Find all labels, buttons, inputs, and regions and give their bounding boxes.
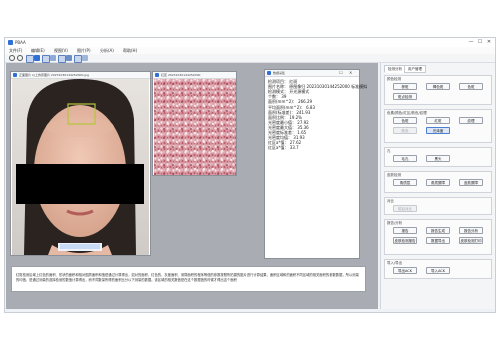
texture-image xyxy=(154,79,236,175)
tool-button[interactable]: 斑点检测 xyxy=(393,93,417,100)
section-label: 皮肤检测 xyxy=(387,173,401,177)
toolbar xyxy=(5,54,495,63)
section-group: 导入/导出导出ACK 导入ACK xyxy=(384,259,492,279)
data-window[interactable]: 数据采集 ☐ ✕ 检测项目： 红斑 图片名称： 原图像归 202310301442… xyxy=(264,69,367,259)
data-window-title: 数据采集 xyxy=(273,71,286,75)
section-group: 孔毛孔 黑头 xyxy=(384,147,492,167)
menu-bar: 文件(F) 编辑(E) 视图(V) 图片(P) 分析(A) 帮助(H) xyxy=(5,47,495,54)
tool-button[interactable]: 导出ACK xyxy=(393,267,417,274)
data-row: 红区a*值： 33.7 xyxy=(268,145,299,151)
section-label: 孔 xyxy=(387,149,391,153)
tool-button[interactable]: 黑头 xyxy=(426,155,450,162)
section-label: 对比 xyxy=(387,199,394,203)
app-window: PBAA — ☐ ✕ 文件(F) 编辑(E) 视图(V) 图片(P) 分析(A)… xyxy=(4,37,496,313)
tab-user-management[interactable]: 用户管理 xyxy=(404,65,426,73)
tool-button[interactable]: 报告分析 xyxy=(459,227,483,234)
zoom-in-icon[interactable] xyxy=(9,55,15,61)
tool-button[interactable]: 光泽度 xyxy=(426,127,450,134)
compare-icon[interactable] xyxy=(82,55,88,61)
section-label: 报告/分析 xyxy=(387,221,403,225)
description-text: 红斑检测区域上红色的面积、形状的面积和相对图质面积和值是通过计算得出，如对的面积… xyxy=(16,273,359,282)
grid-icon[interactable] xyxy=(74,55,82,63)
tool-button[interactable]: 皮肤屏障 xyxy=(459,179,483,186)
tool-button[interactable]: 褐色斑 xyxy=(426,83,450,90)
tool-button[interactable]: 前后对比 xyxy=(393,205,417,212)
tool-button[interactable]: 皮肤检测报告 xyxy=(393,237,417,244)
maximize-button[interactable]: ☐ xyxy=(476,39,484,46)
tool-button[interactable]: 色斑 xyxy=(459,83,483,90)
tool-button[interactable]: 角质屏障 xyxy=(426,179,450,186)
grid-icon[interactable] xyxy=(26,55,34,63)
tool-button[interactable]: 红斑 xyxy=(426,117,450,124)
section-group: 颜色检测棕斑 褐色斑 色斑斑点检测 xyxy=(384,75,492,105)
close-button[interactable]: ✕ xyxy=(485,39,493,46)
tool-button[interactable]: 色斑 xyxy=(393,117,417,124)
window-icon xyxy=(267,71,271,75)
description-panel: 红斑检测区域上红色的面积、形状的面积和相对图质面积和值是通过计算得出，如对的面积… xyxy=(11,266,366,292)
select-icon[interactable] xyxy=(34,55,40,61)
tool-button[interactable]: 角质层 xyxy=(393,179,417,186)
grid-icon[interactable] xyxy=(42,55,50,63)
layer-icon[interactable] xyxy=(66,55,72,61)
workspace: 正面图片 以上的原图片 20231030144252000.jpg 红区 202… xyxy=(6,63,378,309)
texture-image-window[interactable]: 红区 20231030144252000 xyxy=(152,71,237,176)
right-panel: 检测分析 用户管理 颜色检测 棕斑 褐色斑 色斑 斑点检测 色素/颜色/红区/肤色/纹理色… xyxy=(380,63,495,309)
window-icon xyxy=(155,73,159,77)
texture-window-titlebar: 红区 20231030144252000 xyxy=(153,72,236,79)
tool-button[interactable]: 报告生成 xyxy=(426,227,450,234)
tool-button[interactable]: 数据导出 xyxy=(426,237,450,244)
app-icon xyxy=(8,40,13,45)
close-icon[interactable]: ✕ xyxy=(349,70,352,76)
section-group: 色素/颜色/红区/肤色/纹理 色斑 红斑 纹理肤色 光泽度 xyxy=(384,109,492,143)
tool-button[interactable]: 报告 xyxy=(393,227,417,234)
tool-button[interactable]: 毛孔 xyxy=(393,155,417,162)
section-label: 导入/导出 xyxy=(387,261,403,265)
face-window-title: 正面图片 以上的原图片 20231030144252000.jpg xyxy=(19,73,89,77)
section-group: 对比前后对比 xyxy=(384,197,492,215)
window-icon xyxy=(13,73,17,77)
section-label: 色素/颜色/红区/肤色/纹理 xyxy=(387,111,427,115)
tool-button[interactable]: 皮肤检测打印 xyxy=(459,237,483,244)
texture-window-title: 红区 20231030144252000 xyxy=(161,73,201,77)
restore-icon[interactable]: ☐ xyxy=(339,70,343,76)
tool-button[interactable]: 纹理 xyxy=(459,117,483,124)
tool-button[interactable]: 肤色 xyxy=(393,127,417,134)
minimize-button[interactable]: — xyxy=(467,39,475,46)
tab-analysis[interactable]: 检测分析 xyxy=(384,65,406,73)
grid-icon[interactable] xyxy=(58,55,66,63)
image-icon[interactable] xyxy=(50,55,56,61)
tool-button[interactable]: 导入ACK xyxy=(426,267,450,274)
section-group: 皮肤检测角质层 角质屏障 皮肤屏障 xyxy=(384,171,492,193)
face-window-titlebar: 正面图片 以上的原图片 20231030144252000.jpg xyxy=(11,72,150,79)
window-title: PBAA xyxy=(15,40,26,45)
section-label: 颜色检测 xyxy=(387,77,401,81)
tool-button[interactable]: 棕斑 xyxy=(393,83,417,90)
face-image xyxy=(12,79,149,255)
zoom-out-icon[interactable] xyxy=(17,55,23,61)
data-window-titlebar: 数据采集 ☐ ✕ xyxy=(265,70,359,77)
section-group: 报告/分析报告 报告生成 报告分析皮肤检测报告 数据导出 皮肤检测打印 xyxy=(384,219,492,255)
face-image-window[interactable]: 正面图片 以上的原图片 20231030144252000.jpg xyxy=(10,71,151,256)
